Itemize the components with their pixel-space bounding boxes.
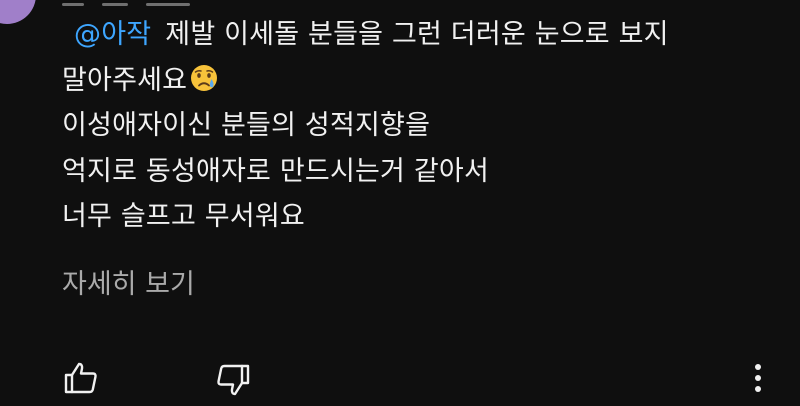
avatar[interactable]	[0, 0, 36, 24]
comment-line-4: 억지로 동성애자로 만드시는거 같아서	[62, 155, 489, 187]
crying-face-icon	[189, 62, 219, 108]
like-button[interactable]	[60, 360, 102, 400]
comment-line-2-text: 말아주세요	[62, 64, 188, 96]
comment-line-3: 이성애자이신 분들의 성적지향을	[62, 110, 431, 141]
clipped-comment-header	[62, 0, 190, 6]
dislike-button[interactable]	[212, 362, 254, 402]
thumbs-up-icon	[63, 361, 99, 399]
more-options-button[interactable]	[748, 362, 768, 398]
read-more-button[interactable]: 자세히 보기	[62, 262, 195, 301]
comment-line-2: 말아주세요	[62, 58, 782, 104]
thumbs-down-icon	[215, 363, 251, 401]
comment-text: @아작 제발 이세돌 분들을 그런 더러운 눈으로 보지 말아주세요 이성애자이신…	[62, 12, 782, 240]
more-vertical-icon	[754, 362, 762, 398]
comment-line-1-text: 제발 이세돌 분들을 그런 더러운 눈으로 보지	[165, 19, 669, 50]
mention-link[interactable]: @아작	[74, 19, 151, 50]
comment-line-5: 너무 슬프고 무서워요	[62, 201, 305, 232]
comment-line-1: @아작 제발 이세돌 분들을 그런 더러운 눈으로 보지	[62, 12, 782, 58]
